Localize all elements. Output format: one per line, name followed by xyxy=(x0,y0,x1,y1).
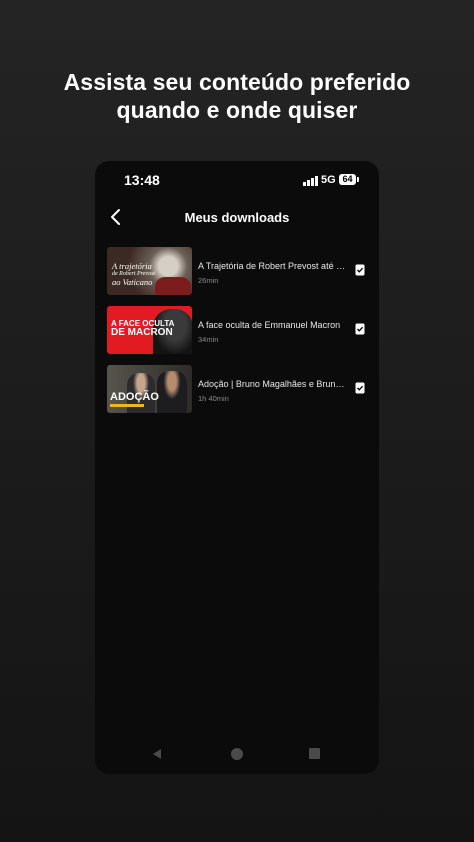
item-title: A face oculta de Emmanuel Macron xyxy=(198,320,341,330)
item-info: A Trajetória de Robert Prevost até o Vat… xyxy=(198,261,346,285)
downloaded-check-icon[interactable] xyxy=(355,323,365,335)
thumbnail[interactable]: A trajetória de Robert Prevost ao Vatica… xyxy=(107,247,192,295)
thumbnail-caption: A trajetória de Robert Prevost ao Vatica… xyxy=(112,261,156,287)
status-time: 13:48 xyxy=(124,172,160,188)
item-duration: 1h 40min xyxy=(198,394,229,403)
headline-line-1: Assista seu conteúdo preferido xyxy=(63,69,411,95)
triangle-back-icon[interactable] xyxy=(151,748,163,760)
item-info: A face oculta de Emmanuel Macron 34min xyxy=(198,320,346,344)
thumbnail-figure xyxy=(157,371,187,413)
thumbnail-accent-bar xyxy=(110,404,144,407)
item-duration: 34min xyxy=(198,335,219,344)
system-nav-bar xyxy=(95,742,379,766)
phone-screen: 13:48 5G 64 Meus downloads A trajetória … xyxy=(95,161,379,774)
battery-icon: 64 xyxy=(339,174,359,185)
download-item[interactable]: A trajetória de Robert Prevost ao Vatica… xyxy=(107,247,367,306)
network-type: 5G xyxy=(321,174,336,186)
thumbnail[interactable]: ADOÇÃO xyxy=(107,365,192,413)
download-item[interactable]: A FACE OCULTA DE MACRON A face oculta de… xyxy=(107,306,367,365)
item-duration: 26min xyxy=(198,276,219,285)
square-recents-icon[interactable] xyxy=(309,748,320,759)
circle-home-icon[interactable] xyxy=(231,748,243,760)
status-bar: 13:48 5G 64 xyxy=(95,161,379,199)
downloaded-check-icon[interactable] xyxy=(355,382,365,394)
item-title: Adoção | Bruno Magalhães e Bruno ... xyxy=(198,379,346,389)
download-item[interactable]: ADOÇÃO Adoção | Bruno Magalhães e Bruno … xyxy=(107,365,367,424)
downloads-list: A trajetória de Robert Prevost ao Vatica… xyxy=(107,247,367,424)
page-title: Meus downloads xyxy=(184,210,290,225)
signal-icon xyxy=(303,176,318,186)
thumbnail-caption: ADOÇÃO xyxy=(110,391,159,403)
app-bar: Meus downloads xyxy=(95,203,379,233)
headline-line-2: quando e onde quiser xyxy=(116,97,358,123)
thumbnail[interactable]: A FACE OCULTA DE MACRON xyxy=(107,306,192,354)
item-title: A Trajetória de Robert Prevost até o Vat… xyxy=(198,261,346,271)
thumbnail-figure xyxy=(155,277,191,295)
thumbnail-caption: A FACE OCULTA DE MACRON xyxy=(111,319,175,338)
headline: Assista seu conteúdo preferido quando e … xyxy=(0,68,474,124)
item-info: Adoção | Bruno Magalhães e Bruno ... 1h … xyxy=(198,379,346,403)
downloaded-check-icon[interactable] xyxy=(355,264,365,276)
